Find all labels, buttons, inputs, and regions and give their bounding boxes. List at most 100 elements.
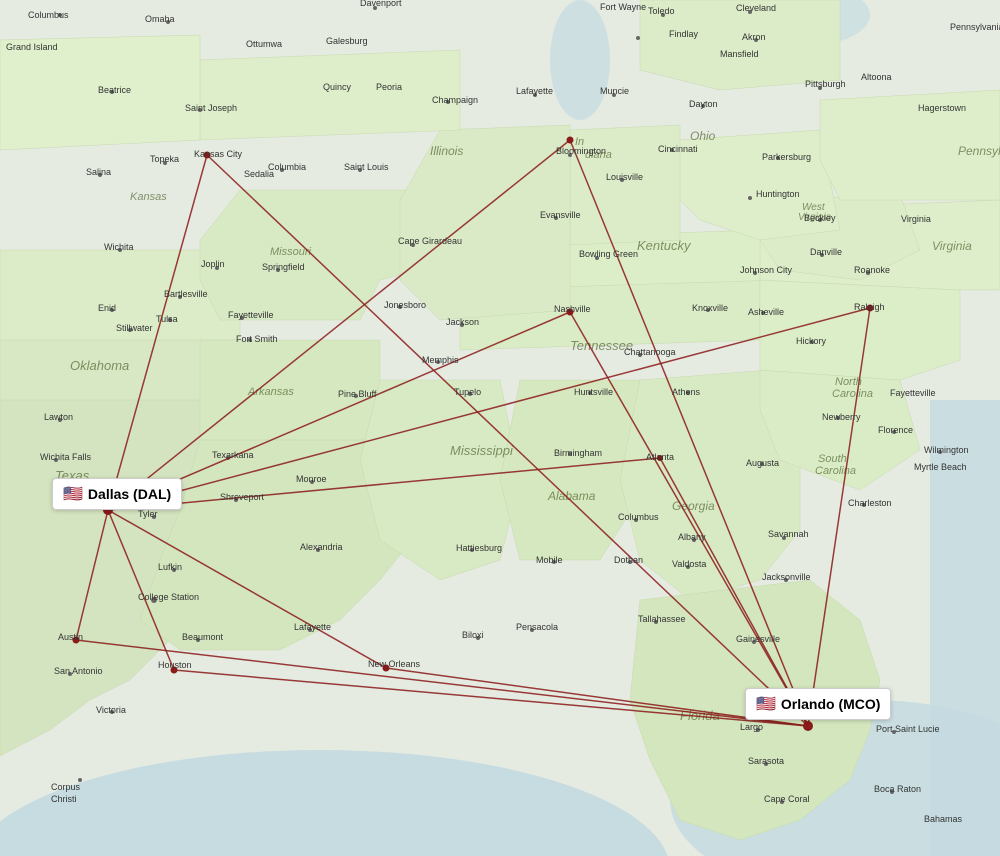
svg-text:Stillwater: Stillwater	[116, 323, 153, 333]
svg-text:Saint Joseph: Saint Joseph	[185, 103, 237, 113]
svg-text:Mobile: Mobile	[536, 555, 563, 565]
svg-text:Valdosta: Valdosta	[672, 559, 706, 569]
svg-text:Bloomington: Bloomington	[556, 146, 606, 156]
svg-text:Akron: Akron	[742, 32, 766, 42]
svg-text:New Orleans: New Orleans	[368, 659, 421, 669]
svg-text:Tyler: Tyler	[138, 509, 158, 519]
svg-text:South: South	[818, 453, 847, 465]
svg-text:Beatrice: Beatrice	[98, 85, 131, 95]
svg-text:Carolina: Carolina	[832, 388, 873, 400]
svg-text:Fayetteville: Fayetteville	[890, 388, 936, 398]
svg-text:Kansas City: Kansas City	[194, 149, 243, 159]
svg-text:Memphis: Memphis	[422, 355, 459, 365]
svg-text:Pittsburgh: Pittsburgh	[805, 79, 846, 89]
svg-text:Corpus: Corpus	[51, 782, 81, 792]
svg-text:Wichita: Wichita	[104, 242, 134, 252]
svg-text:Dothan: Dothan	[614, 555, 643, 565]
svg-text:Hagerstown: Hagerstown	[918, 103, 966, 113]
svg-text:Pennsylvania: Pennsylvania	[958, 144, 1000, 158]
svg-text:Parkersburg: Parkersburg	[762, 152, 811, 162]
svg-text:Galesburg: Galesburg	[326, 36, 368, 46]
svg-text:Lafayette: Lafayette	[516, 86, 553, 96]
svg-text:Jonesboro: Jonesboro	[384, 300, 426, 310]
svg-text:Mansfield: Mansfield	[720, 49, 759, 59]
svg-text:Houston: Houston	[158, 660, 192, 670]
svg-text:Joplin: Joplin	[201, 259, 225, 269]
svg-text:Evansville: Evansville	[540, 210, 581, 220]
svg-text:Johnson City: Johnson City	[740, 265, 793, 275]
svg-text:Topeka: Topeka	[150, 154, 179, 164]
svg-text:Ottumwa: Ottumwa	[246, 39, 282, 49]
svg-text:Bahamas: Bahamas	[924, 814, 963, 824]
svg-text:Quincy: Quincy	[323, 82, 352, 92]
svg-text:Cleveland: Cleveland	[736, 3, 776, 13]
svg-text:Illinois: Illinois	[430, 144, 463, 158]
svg-text:Louisville: Louisville	[606, 172, 643, 182]
svg-text:Alexandria: Alexandria	[300, 542, 343, 552]
orlando-airport-label: 🇺🇸 Orlando (MCO)	[745, 688, 891, 720]
svg-text:Lafayette: Lafayette	[294, 622, 331, 632]
svg-text:Boca Raton: Boca Raton	[874, 784, 921, 794]
svg-text:Pennsylvania: Pennsylvania	[950, 22, 1000, 32]
svg-text:Nashville: Nashville	[554, 304, 591, 314]
svg-text:Saint Louis: Saint Louis	[344, 162, 389, 172]
svg-text:Carolina: Carolina	[815, 465, 856, 477]
svg-text:Dayton: Dayton	[689, 99, 718, 109]
svg-text:Arkansas: Arkansas	[247, 386, 294, 398]
dallas-label-text: Dallas (DAL)	[88, 486, 171, 502]
svg-text:Bowling Green: Bowling Green	[579, 249, 638, 259]
svg-text:Cape Girardeau: Cape Girardeau	[398, 236, 462, 246]
svg-text:Omaha: Omaha	[145, 14, 175, 24]
svg-text:Asheville: Asheville	[748, 307, 784, 317]
svg-text:Savannah: Savannah	[768, 529, 809, 539]
svg-text:Fort Wayne: Fort Wayne	[600, 2, 646, 12]
svg-text:Biloxi: Biloxi	[462, 630, 484, 640]
svg-text:Charleston: Charleston	[848, 498, 892, 508]
svg-text:Beaumont: Beaumont	[182, 632, 224, 642]
svg-text:Kentucky: Kentucky	[637, 238, 692, 253]
svg-text:Huntsville: Huntsville	[574, 387, 613, 397]
svg-text:Beckley: Beckley	[804, 213, 836, 223]
svg-text:Muncie: Muncie	[600, 86, 629, 96]
svg-text:Shreveport: Shreveport	[220, 492, 265, 502]
svg-text:Ohio: Ohio	[690, 129, 716, 143]
svg-text:Atlanta: Atlanta	[646, 452, 674, 462]
svg-text:Bartlesville: Bartlesville	[164, 289, 208, 299]
svg-text:Tallahassee: Tallahassee	[638, 614, 686, 624]
svg-text:Wichita Falls: Wichita Falls	[40, 452, 92, 462]
svg-text:Cincinnati: Cincinnati	[658, 144, 698, 154]
svg-text:Toledo: Toledo	[648, 6, 675, 16]
svg-text:Birmingham: Birmingham	[554, 448, 602, 458]
svg-text:Cape Coral: Cape Coral	[764, 794, 810, 804]
svg-text:Springfield: Springfield	[262, 262, 305, 272]
svg-text:Largo: Largo	[740, 722, 763, 732]
svg-text:Davenport: Davenport	[360, 0, 402, 8]
svg-text:Huntington: Huntington	[756, 189, 800, 199]
svg-text:Oklahoma: Oklahoma	[70, 358, 129, 373]
dallas-airport-label: 🇺🇸 Dallas (DAL)	[52, 478, 182, 510]
svg-text:Jackson: Jackson	[446, 317, 479, 327]
svg-text:Texarkana: Texarkana	[212, 450, 254, 460]
svg-text:Columbus: Columbus	[618, 512, 659, 522]
svg-text:Austin: Austin	[58, 632, 83, 642]
svg-text:Wilmington: Wilmington	[924, 445, 969, 455]
svg-text:Lawton: Lawton	[44, 412, 73, 422]
svg-text:Monroe: Monroe	[296, 474, 327, 484]
svg-text:San Antonio: San Antonio	[54, 666, 103, 676]
svg-text:Sarasota: Sarasota	[748, 756, 784, 766]
svg-text:Fort Smith: Fort Smith	[236, 334, 278, 344]
svg-text:Columbus: Columbus	[28, 10, 69, 20]
svg-text:Roanoke: Roanoke	[854, 265, 890, 275]
map-svg: Kansas Missouri Illinois In diana Ohio O…	[0, 0, 1000, 856]
orlando-flag: 🇺🇸	[756, 694, 776, 714]
svg-text:Tulsa: Tulsa	[156, 314, 178, 324]
svg-text:Newberry: Newberry	[822, 412, 861, 422]
map-container: Kansas Missouri Illinois In diana Ohio O…	[0, 0, 1000, 856]
dallas-flag: 🇺🇸	[63, 484, 83, 504]
svg-text:Kansas: Kansas	[130, 191, 167, 203]
svg-text:Port Saint Lucie: Port Saint Lucie	[876, 724, 940, 734]
svg-text:Tupelo: Tupelo	[454, 387, 481, 397]
svg-text:Hickory: Hickory	[796, 336, 827, 346]
svg-text:Myrtle Beach: Myrtle Beach	[914, 462, 967, 472]
svg-text:Gainesville: Gainesville	[736, 634, 780, 644]
